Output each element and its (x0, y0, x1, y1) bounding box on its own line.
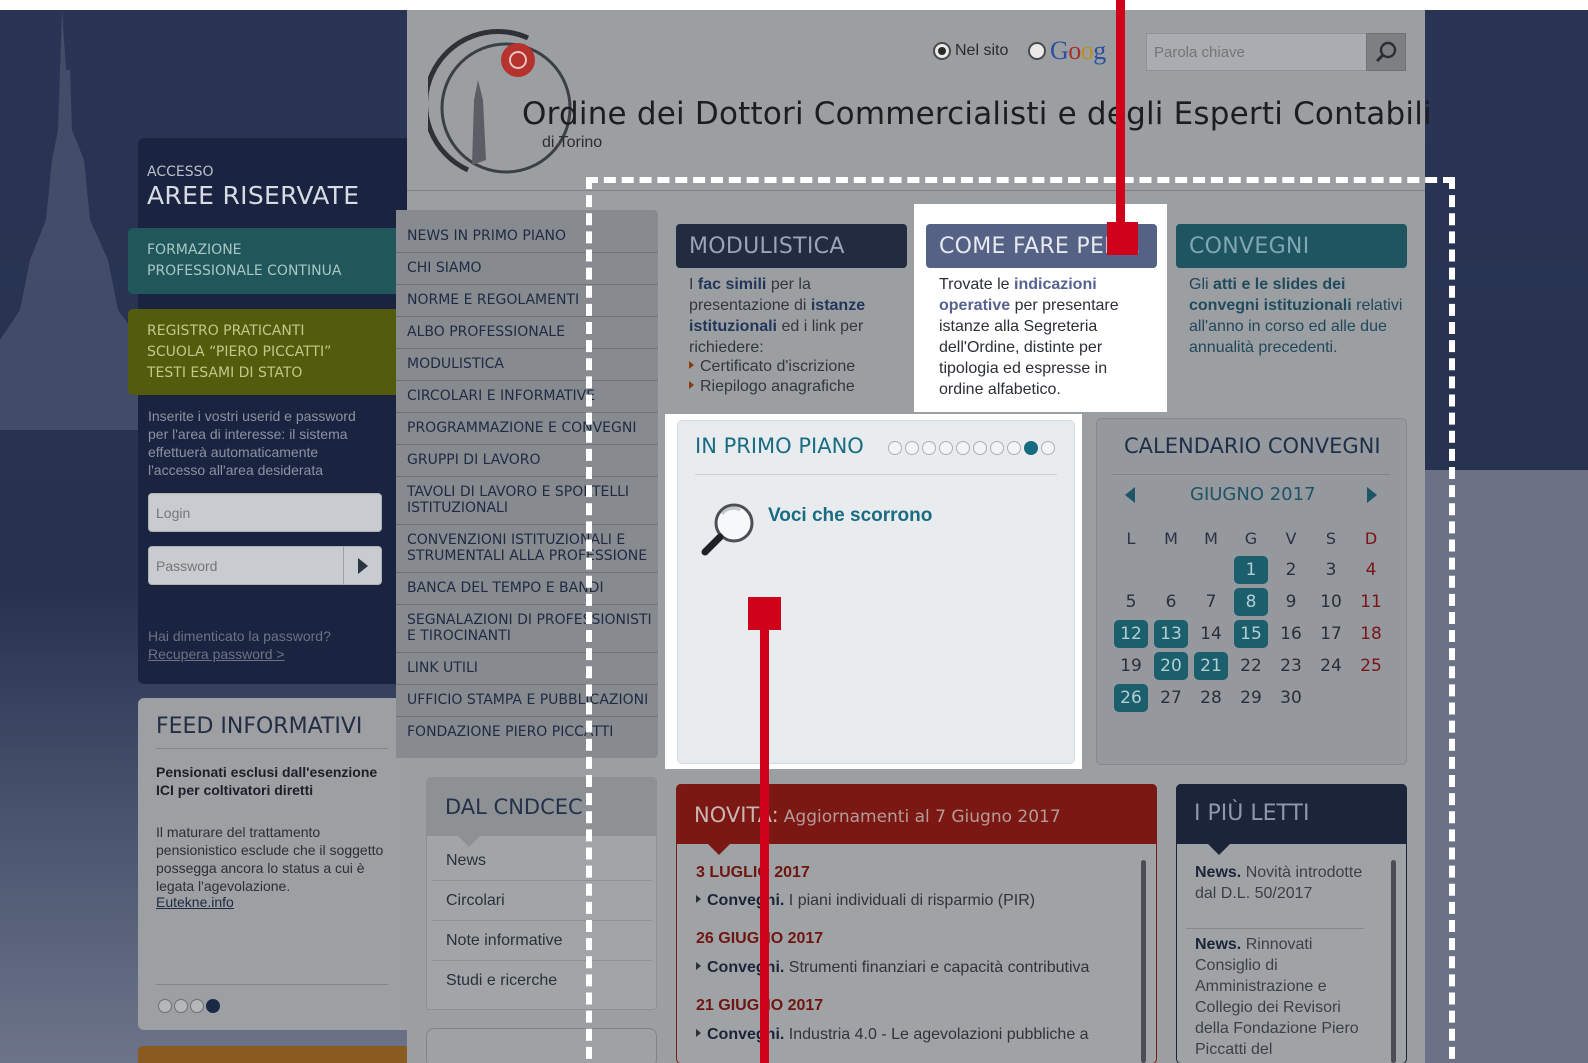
feed-headline[interactable]: Pensionati esclusi dall'esenzione ICI pe… (156, 763, 392, 799)
cndcec-link-note[interactable]: Note informative (446, 932, 563, 950)
scope-site-radio[interactable]: Nel sito (933, 42, 1008, 60)
login-help-text: Inserite i vostri userid e password per … (148, 408, 356, 478)
scope-site-label: Nel sito (955, 42, 1009, 59)
play-arrow-icon (357, 557, 368, 574)
divider (156, 984, 388, 985)
password-field[interactable] (148, 546, 344, 585)
radio-empty-icon (1028, 42, 1046, 60)
forgot-password: Hai dimenticato la password? Recupera pa… (148, 627, 331, 663)
google-logo: Goog (1050, 36, 1106, 65)
cndcec-link-circolari[interactable]: Circolari (446, 892, 505, 910)
header-pointer (458, 836, 480, 847)
recover-password-link[interactable]: Recupera password > (148, 646, 285, 662)
feed-title: FEED INFORMATIVI (156, 714, 363, 739)
feed-pager (158, 999, 220, 1013)
fpc-line: PROFESSIONALE CONTINUA (147, 263, 342, 279)
page-subtitle: di Torino (542, 134, 603, 151)
callout-marker (748, 597, 781, 630)
callout-marker (1107, 222, 1138, 255)
top-strip (0, 0, 1588, 10)
fpc-area-button[interactable]: FORMAZIONE PROFESSIONALE CONTINUA (128, 228, 410, 294)
callout-line (1116, 0, 1125, 232)
radio-selected-icon (933, 42, 951, 60)
pager-dot-active[interactable] (206, 999, 220, 1013)
registro-line: SCUOLA “PIERO PICCATTI” (147, 344, 332, 360)
pager-dot[interactable] (174, 999, 188, 1013)
divider (156, 748, 388, 749)
reserved-areas-heading: AREE RISERVATE (147, 181, 360, 210)
search-button[interactable] (1366, 33, 1406, 71)
scope-google-radio[interactable]: Goog (1028, 36, 1106, 66)
search-input[interactable] (1146, 33, 1368, 71)
callout-line (760, 620, 769, 1063)
registro-area-button[interactable]: REGISTRO PRATICANTI SCUOLA “PIERO PICCAT… (128, 309, 410, 395)
registro-line: REGISTRO PRATICANTI (147, 323, 305, 339)
feed-body: Il maturare del trattamento pensionistic… (156, 824, 384, 894)
access-label: ACCESSO (147, 164, 214, 180)
login-field[interactable] (148, 493, 382, 532)
fpc-line: FORMAZIONE (147, 242, 242, 258)
page-title: Ordine dei Dottori Commercialisti e degl… (522, 96, 1432, 132)
next-panel-edge (138, 1046, 407, 1063)
registro-line: TESTI ESAMI DI STATO (147, 365, 303, 381)
dashed-highlight-frame (586, 177, 1455, 1063)
mole-antonelliana-silhouette (0, 10, 140, 430)
cndcec-link-news[interactable]: News (446, 852, 486, 870)
cndcec-link-studi[interactable]: Studi e ricerche (446, 972, 557, 990)
search-icon (1375, 41, 1397, 63)
feed-source-link[interactable]: Eutekne.info (156, 894, 234, 910)
login-submit-button[interactable] (343, 546, 382, 585)
pager-dot[interactable] (158, 999, 172, 1013)
cndcec-title: DAL CNDCEC (445, 795, 583, 819)
pager-dot[interactable] (190, 999, 204, 1013)
forgot-password-text: Hai dimenticato la password? (148, 628, 331, 644)
